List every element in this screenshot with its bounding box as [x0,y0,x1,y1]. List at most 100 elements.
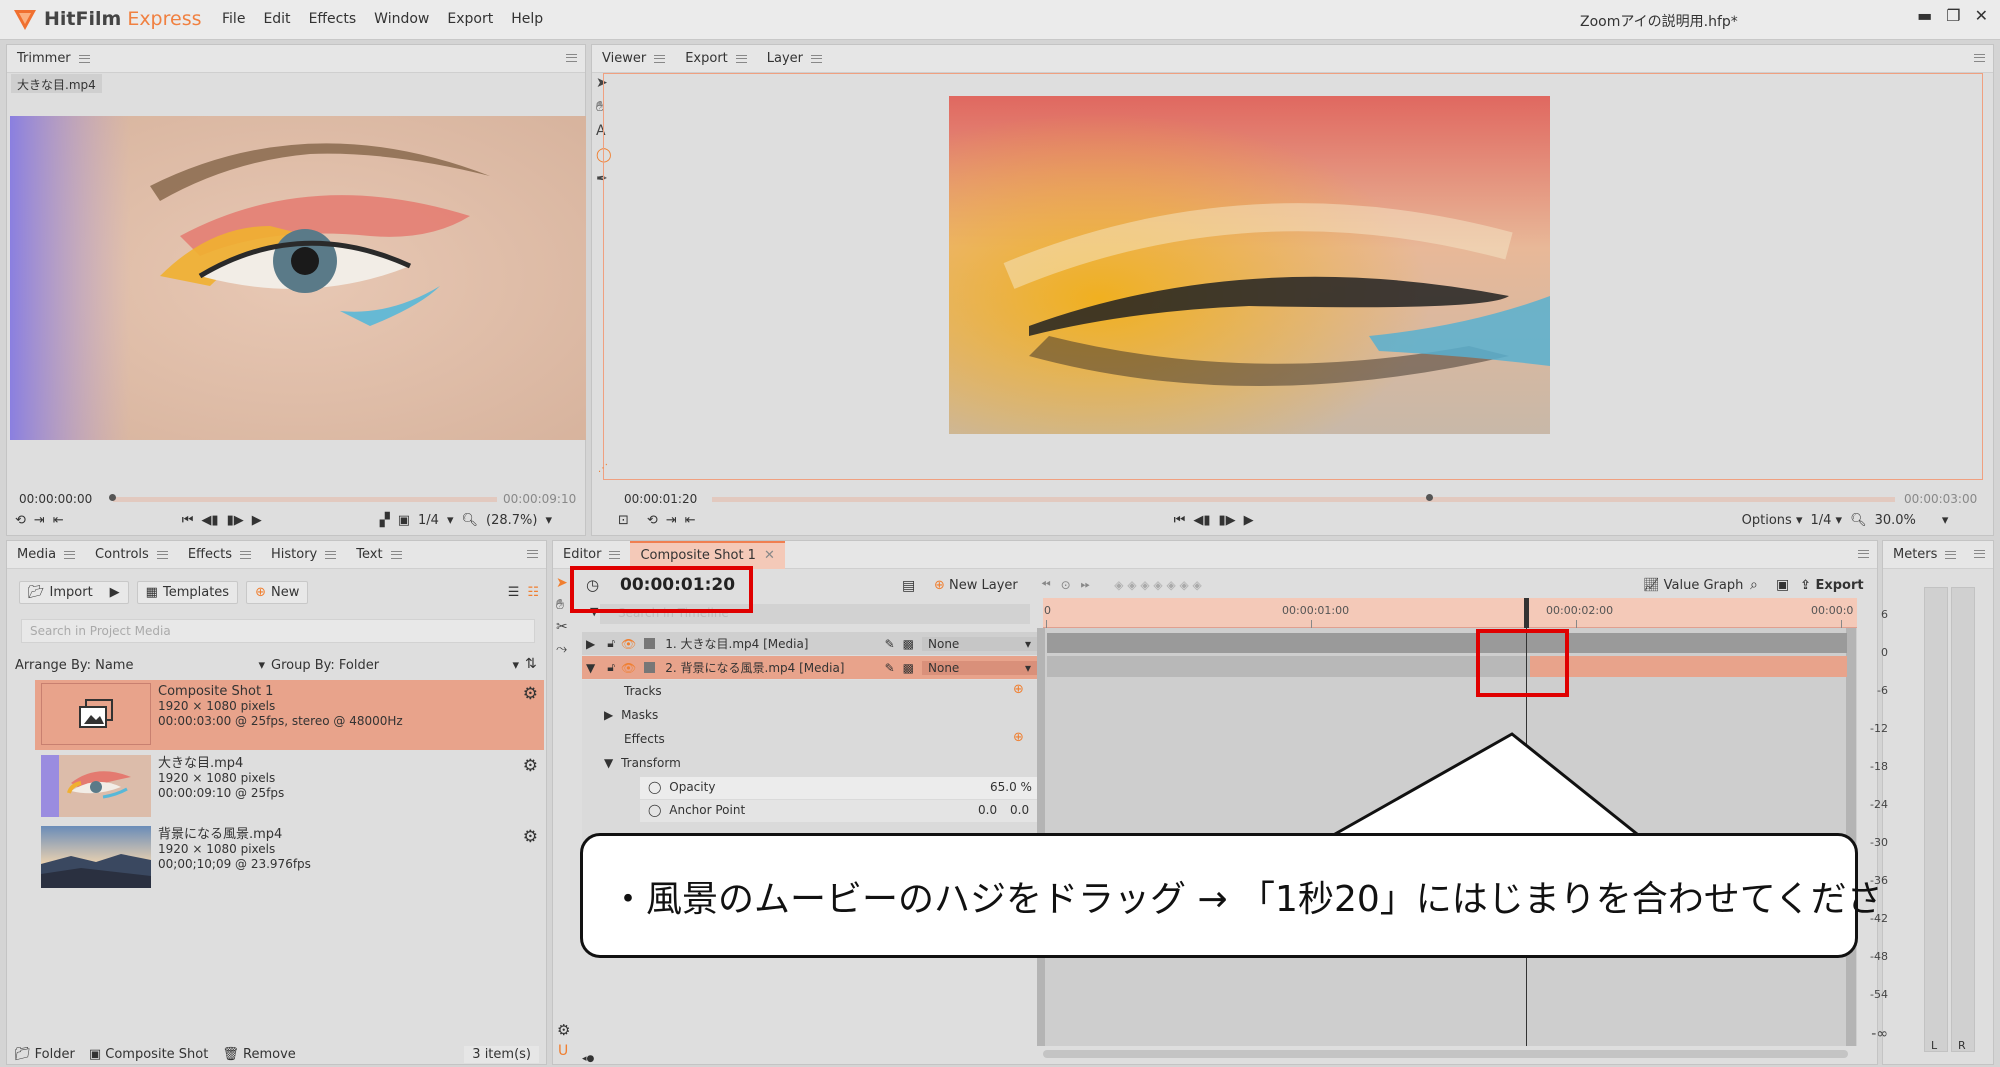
safe-area-icon[interactable]: ⊡ [618,513,629,528]
go-start-icon[interactable]: ⏮ [1174,513,1186,528]
zoom-fit-icon[interactable]: ⌕ [1750,577,1758,593]
menu-effects[interactable]: Effects [309,11,357,27]
tab-meters[interactable]: Meters [1883,541,1966,569]
list-item[interactable]: 大きな目.mp4 1920 × 1080 pixels 00:00:09:10 … [35,752,544,822]
zoom-select[interactable]: 30.0% [1875,513,1916,528]
prev-keyframe-icon[interactable]: ⏪︎ [1041,577,1051,592]
timeline-playhead-head[interactable] [1524,598,1529,628]
layer-row[interactable]: ▼ 🔓︎ 👁︎ 2. 背景になる風景.mp4 [Media] ✎ ▩ None ▾ [582,656,1037,679]
zoom-select[interactable]: (28.7%) [486,513,537,528]
next-keyframe-icon[interactable]: ⏩︎ [1081,577,1091,592]
tab-menu-icon[interactable] [240,550,251,559]
value-graph-button[interactable]: 📈︎ Value Graph [1643,578,1743,593]
trimmer-file-tab[interactable]: 大きな目.mp4 [11,74,102,93]
menu-file[interactable]: File [222,11,245,27]
tab-viewer[interactable]: Viewer [592,45,675,73]
scroll-left-icon[interactable]: ◂● [582,1054,594,1064]
group-by-select[interactable]: Group By: Folder ▾ [271,658,519,673]
arrange-by-select[interactable]: Arrange By: Name ▾ [15,658,265,673]
layer-row[interactable]: ▶ 🔓︎ 👁︎ 1. 大きな目.mp4 [Media] ✎ ▩ None ▾ [582,632,1037,655]
step-back-icon[interactable]: ◀▮ [201,513,218,528]
blend-mode-select[interactable]: None ▾ [922,660,1037,675]
keyframe-toggle-icon[interactable]: ◯ [648,803,661,817]
menu-export[interactable]: Export [447,11,493,27]
viewer-scrub-bar[interactable] [712,497,1895,502]
new-button[interactable]: ⊕ New [246,581,309,604]
restore-icon[interactable]: ❐ [1946,6,1960,25]
play-icon[interactable]: ▶ [252,513,262,528]
group-tracks[interactable]: Tracks [624,684,662,698]
play-icon[interactable]: ▶ [1244,513,1254,528]
list-item[interactable]: 背景になる風景.mp4 1920 × 1080 pixels 00;00;10;… [35,823,544,893]
tab-export[interactable]: Export [675,45,757,73]
panel-menu-icon[interactable] [527,550,538,558]
tab-history[interactable]: History [261,541,346,569]
layer-color-swatch[interactable] [644,638,656,649]
remove-button[interactable]: 🗑︎ Remove [222,1047,295,1062]
lock-icon[interactable]: 🔓︎ [607,660,615,675]
group-masks[interactable]: ▶ Masks [604,708,658,722]
detail-view-icon[interactable]: ☷ [527,585,539,600]
tab-menu-icon[interactable] [390,550,402,559]
menu-edit[interactable]: Edit [263,11,290,27]
minimize-icon[interactable]: ▬ [1917,6,1932,25]
media-search-input[interactable]: Search in Project Media [21,619,535,643]
tab-menu-icon[interactable] [811,54,823,63]
tab-controls[interactable]: Controls [85,541,178,569]
pencil-icon[interactable]: ✎ [885,637,895,651]
keyframe-nav-icons[interactable]: ◈ ◈ ◈ ◈ ◈ ◈ ◈ [1114,578,1202,592]
close-icon[interactable]: ✕ [1975,6,1988,25]
add-track-icon[interactable]: ⊕ [1013,682,1024,697]
sort-icon[interactable]: ⇅ [525,656,537,672]
checker-icon[interactable]: ▩ [903,637,914,651]
tab-text[interactable]: Text [346,541,411,569]
tab-layer[interactable]: Layer [757,45,832,73]
list-view-icon[interactable]: ☰ [508,585,520,600]
timeline-scrollbar[interactable] [1043,1050,1848,1058]
overlay-icon[interactable]: ⇤ [53,513,64,528]
anchor-point-property[interactable]: ◯ Anchor Point [648,803,745,817]
tab-menu-icon[interactable] [1945,550,1957,559]
hand-tool-icon[interactable]: ✋︎ [556,597,568,613]
tab-composite-shot[interactable]: Composite Shot 1 ✕ [630,540,785,569]
tab-menu-icon[interactable] [64,550,76,559]
pencil-icon[interactable]: ✎ [885,661,895,675]
timeline-export-button[interactable]: ⇪ Export [1800,578,1864,593]
checker-icon[interactable]: ▩ [903,661,914,675]
keyframe-toggle-icon[interactable]: ◯ [648,780,661,794]
timeline-ruler[interactable] [1043,598,1857,628]
render-icon[interactable]: ▤ [902,578,915,594]
loop-icon[interactable]: ⟲ [647,513,658,528]
panel-menu-icon[interactable] [1858,550,1869,558]
blend-mode-select[interactable]: None ▾ [922,636,1037,651]
overlay-icon[interactable]: ⇤ [685,513,696,528]
new-layer-button[interactable]: ⊕ New Layer [934,578,1018,593]
close-icon[interactable]: ✕ [764,548,775,563]
tab-trimmer[interactable]: Trimmer [7,45,100,73]
tab-menu-icon[interactable] [735,54,747,63]
magnet-icon[interactable]: U [558,1043,568,1059]
panel-menu-icon[interactable] [1974,550,1985,558]
anchor-x-value[interactable]: 0.0 [978,803,997,817]
layer-list-scrollbar[interactable]: ◂● [582,1050,1027,1064]
gear-icon[interactable]: ⚙ [523,684,538,704]
insert-icon[interactable]: ⇥ [666,513,677,528]
tab-effects[interactable]: Effects [178,541,261,569]
menu-help[interactable]: Help [511,11,543,27]
cache-icon[interactable]: ▣ [1776,577,1789,593]
tab-editor[interactable]: Editor [553,541,630,569]
quality-select[interactable]: 1/4 [418,513,439,528]
select-tool-icon[interactable]: ➤ [556,575,568,591]
visibility-eye-icon[interactable]: 👁︎ [621,637,636,651]
razor-tool-icon[interactable]: ✂︎ [556,619,568,635]
collapse-icon[interactable]: ▼ [586,661,595,675]
loop-icon[interactable]: ⟲ [15,513,26,528]
slip-tool-icon[interactable]: ⤳ [556,641,568,657]
chevron-down-icon[interactable]: ▾ [1942,513,1949,528]
viewer-resize-handle-icon[interactable]: ⋰ [598,463,608,474]
insert-icon[interactable]: ⇥ [34,513,45,528]
expand-icon[interactable]: ▶ [586,637,595,651]
trimmer-scrub-bar[interactable] [113,497,497,502]
panel-menu-icon[interactable] [566,54,577,62]
step-back-icon[interactable]: ◀▮ [1193,513,1210,528]
